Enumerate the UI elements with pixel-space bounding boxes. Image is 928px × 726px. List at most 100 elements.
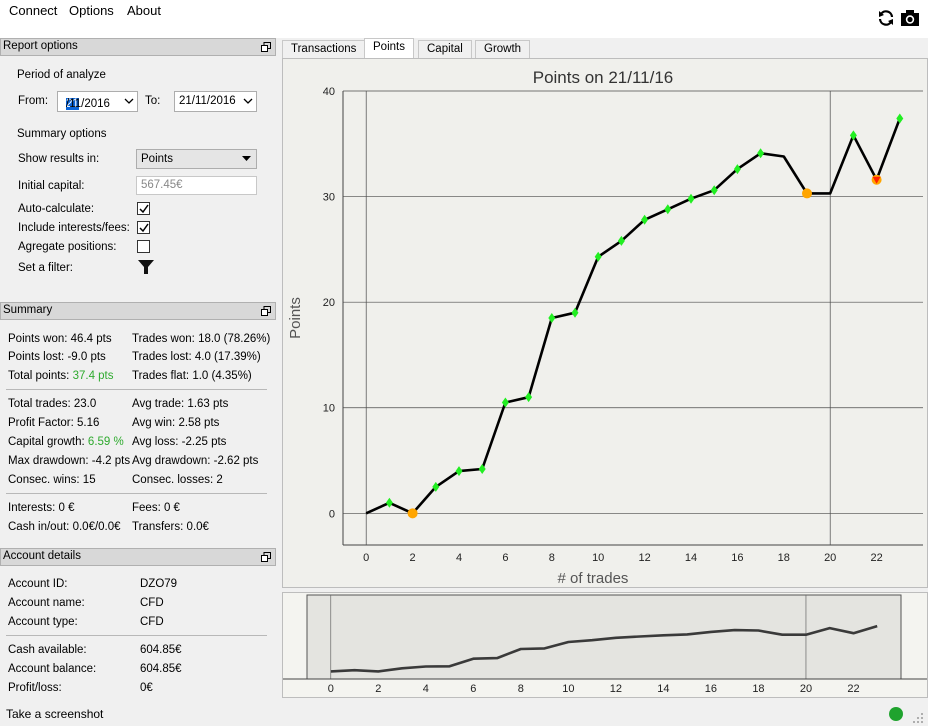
status-text: Take a screenshot [6,707,104,721]
checkmark-icon [139,223,149,233]
summary-header: Summary [0,302,276,320]
y-axis-label: Points [287,297,304,339]
x-tick-label: 6 [502,552,508,564]
navigator-x-tick-label: 14 [657,683,669,695]
total-trades-value: 23.0 [73,398,97,410]
points-won-value: 46.4 pts [70,333,112,345]
trades-won-value: 18.0 (78.26%) [198,333,271,345]
y-tick-label: 20 [323,297,335,309]
fees-row: Fees: 0 € [132,502,180,514]
avg-win-row: Avg win: 2.58 pts [132,417,220,429]
points-won-row: Points won: 46.4 pts [8,333,112,345]
cash-available-value: 604.85€ [140,644,182,656]
chart-title: Points on 21/11/16 [533,68,674,87]
summary-divider [6,389,267,390]
filter-label: Set a filter: [18,262,73,274]
navigator-x-tick-label: 10 [562,683,574,695]
float-window-icon[interactable] [261,42,271,52]
x-tick-label: 0 [363,552,369,564]
consec-wins-row: Consec. wins: 15 [8,474,96,486]
x-axis-label: # of trades [558,570,629,587]
summary-title: Summary [3,304,53,316]
account-id-value: DZO79 [140,578,178,590]
dropdown-arrow-icon[interactable] [242,156,251,162]
max-drawdown-row: Max drawdown: -4.2 pts [8,455,131,467]
navigator-x-tick-label: 18 [752,683,764,695]
tab-capital[interactable]: Capital [418,40,472,59]
chevron-down-icon[interactable] [243,96,253,106]
initial-capital-input[interactable]: 567.45€ [136,176,257,195]
trades-flat-value: 1.0 (4.35%) [192,370,252,382]
account-details-header: Account details [0,548,276,566]
resize-grip-icon[interactable] [912,712,924,724]
navigator-chart[interactable]: 0 2 4 6 8 10 12 14 16 18 20 22 [283,593,927,697]
avg-drawdown-value: -2.62 pts [213,455,259,467]
filter-icon[interactable] [138,260,154,275]
tab-transactions[interactable]: Transactions [282,40,366,59]
camera-icon[interactable] [900,8,920,28]
show-results-value: Points [141,153,173,165]
aggregate-checkbox[interactable] [137,240,150,253]
tab-growth[interactable]: Growth [475,40,531,59]
aggregate-label: Agregate positions: [18,241,117,253]
account-balance-label: Account balance: [8,663,97,675]
navigator-x-tick-label: 20 [800,683,812,695]
total-points-row: Total points: 37.4 pts [8,370,114,382]
account-balance-value: 604.85€ [140,663,182,675]
navigator-x-tick-label: 12 [610,683,622,695]
menu-options[interactable]: Options [69,3,114,18]
include-fees-checkbox[interactable] [137,221,150,234]
navigator-x-tick-label: 8 [518,683,524,695]
navigator-panel: 0 2 4 6 8 10 12 14 16 18 20 22 [282,592,928,698]
y-tick-label: 10 [323,403,335,415]
initial-capital-label: Initial capital: [18,180,85,192]
trades-lost-value: 4.0 (17.39%) [194,351,261,363]
trades-flat-row: Trades flat: 1.0 (4.35%) [132,370,252,382]
x-tick-label: 8 [549,552,555,564]
navigator-x-tick-label: 6 [470,683,476,695]
trades-lost-row: Trades lost: 4.0 (17.39%) [132,351,261,363]
float-window-icon[interactable] [261,306,271,316]
max-drawdown-value: -4.2 pts [91,455,131,467]
consec-losses-value: 2 [216,474,223,486]
menu-about[interactable]: About [127,3,161,18]
show-results-select[interactable]: Points [136,149,257,169]
report-options-header: Report options [0,38,276,56]
float-window-icon[interactable] [261,552,271,562]
y-tick-label: 30 [323,192,335,204]
data-point-flat [802,188,812,199]
include-fees-label: Include interests/fees: [18,222,130,234]
cash-available-label: Cash available: [8,644,87,656]
menu-connect[interactable]: Connect [9,3,57,18]
auto-calculate-checkbox[interactable] [137,202,150,215]
y-tick-label: 0 [329,508,335,520]
refresh-icon[interactable] [876,8,896,28]
x-tick-label: 10 [592,552,604,564]
consec-losses-row: Consec. losses: 2 [132,474,223,486]
total-points-value: 37.4 pts [72,370,114,382]
account-name-value: CFD [140,597,164,609]
navigator-x-tick-label: 2 [375,683,381,695]
connection-status-icon [889,707,903,721]
profit-factor-value: 5.16 [77,417,100,429]
x-tick-label: 4 [456,552,462,564]
tab-points[interactable]: Points [364,38,414,59]
account-type-label: Account type: [8,616,78,628]
profit-factor-row: Profit Factor: 5.16 [8,417,100,429]
x-tick-label: 12 [638,552,650,564]
avg-loss-row: Avg loss: -2.25 pts [132,436,227,448]
profit-loss-value: 0€ [140,682,153,694]
points-lost-value: -9.0 pts [67,351,106,363]
capital-growth-value: 6.59 % [87,436,124,448]
points-chart[interactable]: Points on 21/11/16 0 10 20 30 40 0 2 4 6 8 10 12 14 16… [283,59,927,587]
avg-loss-value: -2.25 pts [181,436,227,448]
menu-bar: Connect Options About [0,0,928,38]
account-name-label: Account name: [8,597,85,609]
chevron-down-icon[interactable] [124,96,134,106]
show-results-label: Show results in: [18,153,100,165]
from-date-field[interactable]: 21/11/2016 [57,91,138,112]
account-divider [6,635,267,636]
interests-value: 0 € [58,502,75,514]
to-date-field[interactable]: 21/11/2016 [174,91,257,112]
cash-inout-value: 0.0€/0.0€ [72,521,121,533]
